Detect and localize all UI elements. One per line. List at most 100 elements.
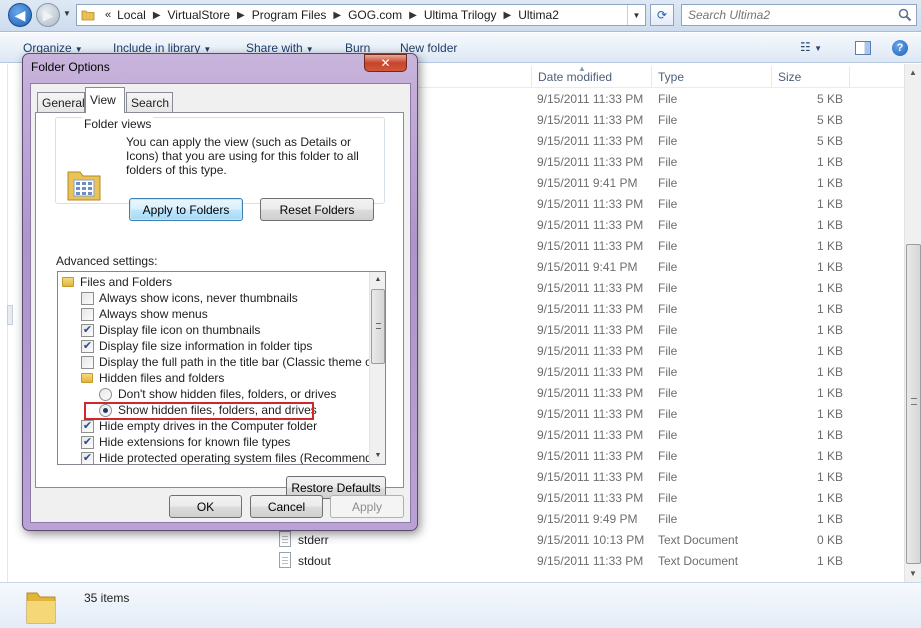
folder-views-description: You can apply the view (such as Details …: [126, 135, 359, 177]
column-date-modified[interactable]: Date modified: [538, 70, 612, 84]
file-size: 5 KB: [816, 92, 843, 106]
checkbox[interactable]: ✔: [81, 435, 94, 449]
change-view-button[interactable]: ☷ ▼: [800, 40, 822, 54]
tab-view[interactable]: View: [85, 87, 125, 113]
checkbox[interactable]: ✔: [81, 419, 94, 433]
breadcrumb-ultima-trilogy[interactable]: Ultima Trilogy: [422, 8, 499, 22]
option-checkbox-item[interactable]: ✔ Display file size information in folder…: [81, 338, 312, 354]
search-box[interactable]: [681, 4, 917, 26]
address-dropdown-button[interactable]: ▼: [627, 5, 645, 25]
tree-folder-item: Files and Folders: [62, 274, 172, 290]
chevron-right-icon[interactable]: ▶: [404, 10, 422, 21]
chevron-right-icon[interactable]: ▶: [148, 10, 166, 21]
navigation-pane-splitter[interactable]: [7, 305, 13, 325]
column-divider[interactable]: [651, 66, 652, 88]
cancel-button[interactable]: Cancel: [250, 495, 323, 518]
chevron-right-icon[interactable]: ▶: [328, 10, 346, 21]
file-size: 1 KB: [816, 428, 843, 442]
tree-item-label: Files and Folders: [80, 275, 173, 289]
tab-general[interactable]: General: [37, 92, 85, 112]
checkbox[interactable]: ✔: [81, 323, 94, 337]
option-label: Always show icons, never thumbnails: [99, 291, 298, 305]
file-type: File: [658, 134, 678, 148]
file-type: File: [658, 176, 678, 190]
vertical-scrollbar[interactable]: ▲ ▼: [904, 64, 921, 582]
search-icon: [898, 8, 912, 22]
file-type: File: [658, 344, 678, 358]
reset-folders-button[interactable]: Reset Folders: [260, 198, 374, 221]
column-divider[interactable]: [849, 66, 850, 88]
file-type: File: [658, 113, 678, 127]
option-label: Don't show hidden files, folders, or dri…: [118, 387, 337, 401]
option-checkbox-item[interactable]: Always show menus: [81, 306, 208, 322]
details-pane: 35 items: [0, 582, 921, 628]
checkbox[interactable]: [81, 355, 94, 369]
address-overflow[interactable]: «: [99, 9, 115, 21]
radio-button[interactable]: [99, 387, 112, 401]
preview-pane-button[interactable]: [855, 41, 871, 55]
checkbox[interactable]: [81, 307, 94, 321]
checkbox[interactable]: [81, 291, 94, 305]
file-type: File: [658, 155, 678, 169]
file-date: 9/15/2011 11:33 PM: [537, 365, 644, 379]
help-button[interactable]: ?: [892, 40, 908, 56]
file-date: 9/15/2011 11:33 PM: [537, 323, 644, 337]
option-radio-item[interactable]: Don't show hidden files, folders, or dri…: [99, 386, 336, 402]
file-date: 9/15/2011 11:33 PM: [537, 407, 644, 421]
scrollbar-thumb[interactable]: [906, 244, 921, 564]
breadcrumb-ultima2[interactable]: Ultima2: [516, 8, 561, 22]
file-type: File: [658, 218, 678, 232]
option-checkbox-item[interactable]: ✔ Hide empty drives in the Computer folde…: [81, 418, 317, 434]
column-divider[interactable]: [531, 66, 532, 88]
recent-pages-button[interactable]: ▼: [63, 9, 73, 21]
tree-scrollbar[interactable]: ▲ ▼: [369, 272, 385, 464]
forward-button[interactable]: ▶: [36, 3, 60, 27]
refresh-icon: ⟳: [656, 8, 668, 22]
scrollbar-thumb[interactable]: [371, 289, 385, 364]
tab-search[interactable]: Search: [126, 92, 173, 112]
scroll-down-arrow[interactable]: ▼: [370, 448, 385, 464]
file-date: 9/15/2011 9:49 PM: [537, 512, 638, 526]
file-date: 9/15/2011 11:33 PM: [537, 281, 644, 295]
file-size: 1 KB: [816, 155, 843, 169]
option-checkbox-item[interactable]: ✔ Display file icon on thumbnails: [81, 322, 260, 338]
breadcrumb-virtualstore[interactable]: VirtualStore: [166, 8, 232, 22]
checkbox[interactable]: ✔: [81, 339, 94, 353]
address-bar[interactable]: « Local ▶ VirtualStore ▶ Program Files ▶…: [76, 4, 646, 26]
scroll-up-arrow[interactable]: ▲: [370, 272, 385, 288]
file-date: 9/15/2011 11:33 PM: [537, 554, 644, 568]
option-checkbox-item[interactable]: Display the full path in the title bar (…: [81, 354, 385, 370]
chevron-right-icon[interactable]: ▶: [232, 10, 250, 21]
option-checkbox-item[interactable]: ✔ Hide extensions for known file types: [81, 434, 290, 450]
breadcrumb-gog[interactable]: GOG.com: [346, 8, 404, 22]
column-size[interactable]: Size: [778, 70, 801, 84]
scroll-down-arrow[interactable]: ▼: [905, 565, 921, 582]
file-type: File: [658, 407, 678, 421]
scroll-up-arrow[interactable]: ▲: [905, 64, 921, 81]
refresh-button[interactable]: ⟳: [650, 4, 674, 26]
column-type[interactable]: Type: [658, 70, 684, 84]
folder-views-icon: [67, 171, 101, 201]
option-label: Display file size information in folder …: [99, 339, 313, 353]
breadcrumb-local[interactable]: Local: [115, 8, 148, 22]
breadcrumb-program-files[interactable]: Program Files: [250, 8, 329, 22]
apply-to-folders-button[interactable]: Apply to Folders: [129, 198, 243, 221]
option-checkbox-item[interactable]: Always show icons, never thumbnails: [81, 290, 298, 306]
file-date: 9/15/2011 11:33 PM: [537, 197, 644, 211]
ok-button[interactable]: OK: [169, 495, 242, 518]
apply-button[interactable]: Apply: [330, 495, 404, 518]
search-input[interactable]: [682, 5, 882, 25]
item-count: 35 items: [84, 591, 130, 605]
checkbox[interactable]: ✔: [81, 451, 94, 464]
back-button[interactable]: ◀: [8, 3, 32, 27]
close-button[interactable]: ✕: [364, 54, 407, 72]
file-size: 1 KB: [816, 197, 843, 211]
file-date: 9/15/2011 11:33 PM: [537, 239, 644, 253]
file-row[interactable]: stdout 9/15/2011 11:33 PM Text Document 1 K…: [275, 550, 905, 571]
option-checkbox-item[interactable]: ✔ Hide protected operating system files (…: [81, 450, 385, 464]
option-label: Always show menus: [99, 307, 208, 321]
column-divider[interactable]: [771, 66, 772, 88]
chevron-right-icon[interactable]: ▶: [499, 10, 517, 21]
advanced-settings-tree[interactable]: Files and Folders Always show icons, neve…: [57, 271, 386, 465]
file-row[interactable]: stderr 9/15/2011 10:13 PM Text Document 0 K…: [275, 529, 905, 550]
